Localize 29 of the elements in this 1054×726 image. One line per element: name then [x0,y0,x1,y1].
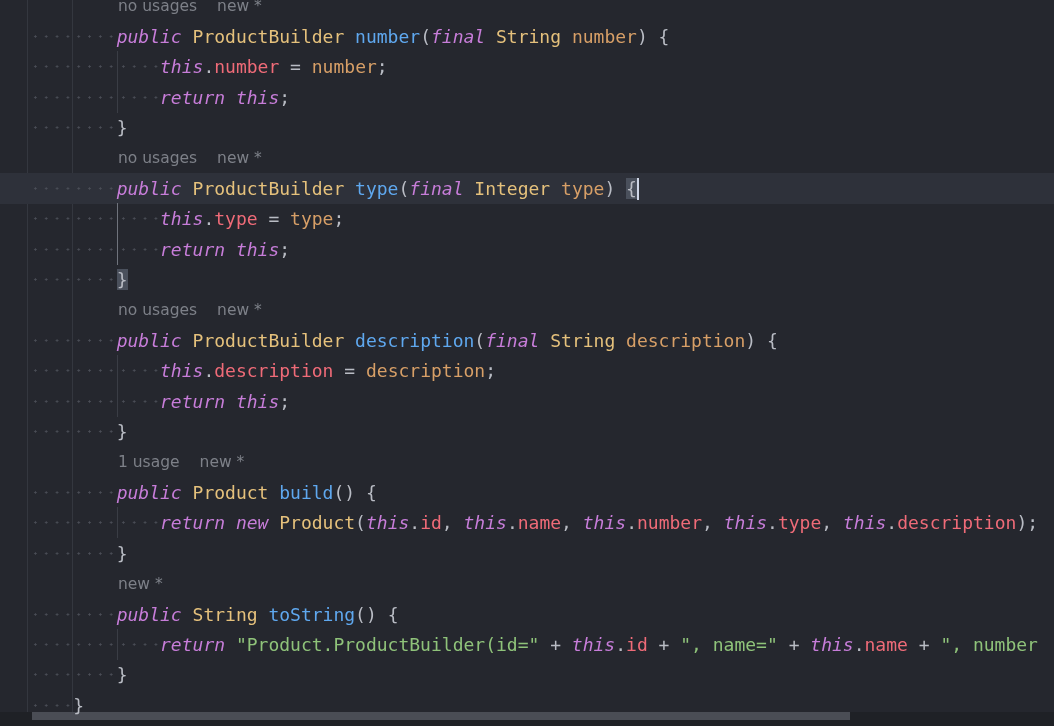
code-line: return "Product.ProductBuilder(id=" + this.id + ", name=" + this.name + ", number [160,633,1038,655]
code-line: public ProductBuilder number(final String number) { [116,26,670,48]
text-caret [636,177,639,200]
code-line: this.type = type; [160,208,345,230]
code-line: public ProductBuilder description(final String description) { [116,330,778,351]
code-line: this.description = description; [160,360,497,382]
code-line: } [116,421,128,443]
code-editor[interactable] [0,0,1054,726]
author-hint[interactable]: new * [217,149,262,168]
usage-hint[interactable]: no usages [118,149,198,168]
code-line: } [116,542,128,564]
code-line: } [73,694,85,716]
usage-hint[interactable]: no usages [118,0,198,16]
code-line: return new Product(this.id, this.name, this.number, this.type, this.description); [160,512,1039,534]
code-line: return this; [160,238,291,260]
code-line: } [116,117,128,139]
code-line: return this; [160,390,291,412]
usage-hint[interactable]: no usages [118,301,198,320]
code-line: return this; [160,86,291,108]
author-hint[interactable]: new * [118,574,163,593]
code-line: public Product build() { [116,481,377,503]
code-line: public ProductBuilder type(final Integer type) { [116,178,637,200]
code-line: public String toString() { [116,603,399,625]
author-hint[interactable]: new * [217,0,262,16]
code-line: this.number = number; [160,56,388,78]
usage-hint[interactable]: 1 usage [118,453,180,472]
author-hint[interactable]: new * [217,301,262,320]
author-hint[interactable]: new * [199,453,245,472]
code-line: } [116,664,128,686]
